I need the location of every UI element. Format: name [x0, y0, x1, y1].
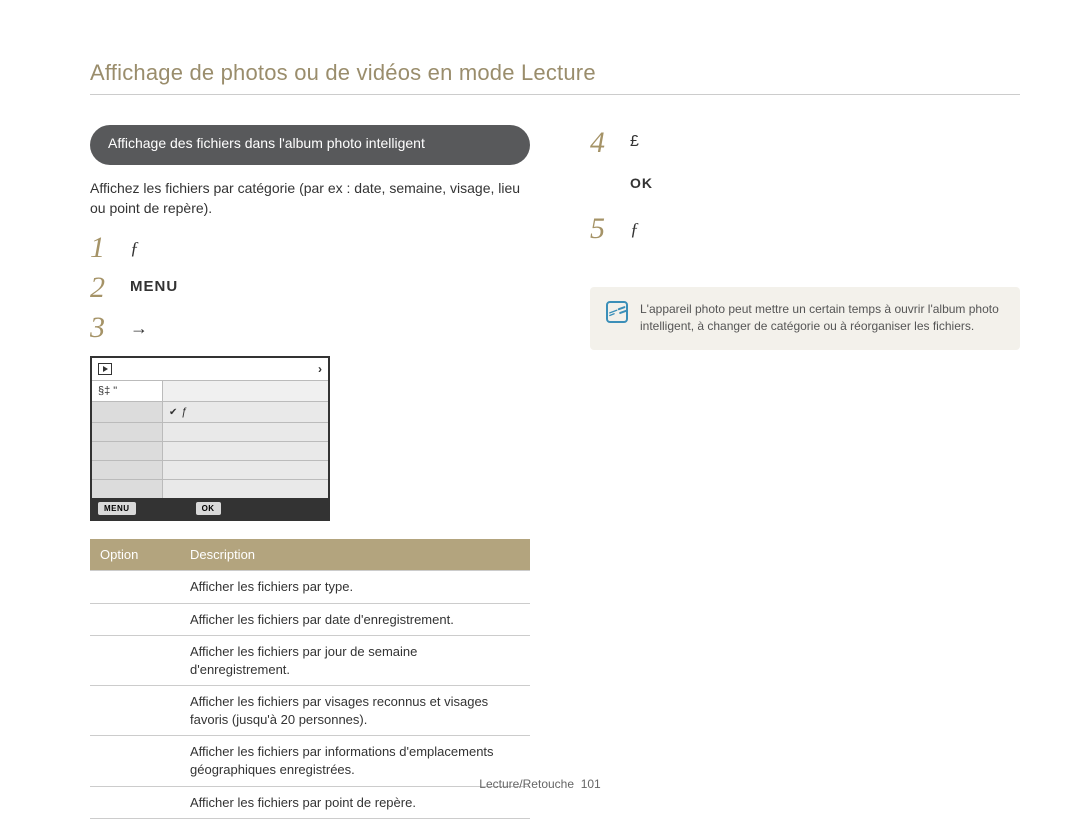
step-glyph: ƒ — [630, 219, 639, 240]
device-menu-chip: MENU — [98, 502, 136, 515]
table-row: Afficher les fichiers par date d'enregis… — [90, 603, 530, 636]
section-pill: Affichage des fichiers dans l'album phot… — [90, 125, 530, 165]
desc-cell: Afficher les fichiers par visages reconn… — [180, 686, 530, 736]
page-footer: Lecture/Retouche 101 — [0, 777, 1080, 791]
step-number: 2 — [90, 270, 130, 306]
desc-cell: Afficher les fichiers par type. — [180, 571, 530, 604]
check-icon — [169, 406, 177, 418]
info-icon — [606, 301, 628, 323]
arrow-right-icon: → — [130, 318, 148, 339]
table-row: Afficher les fichiers par type. — [90, 571, 530, 604]
device-screenshot: › §‡ " ƒ MENU OK — [90, 356, 330, 521]
desc-cell: Afficher les fichiers par date d'enregis… — [180, 603, 530, 636]
left-steps: 1 ƒ 2 MENU 3 → — [90, 230, 530, 346]
step-number: 5 — [590, 211, 630, 247]
device-row-label: §‡ " — [92, 381, 162, 401]
info-note: L'appareil photo peut mettre un certain … — [590, 287, 1020, 350]
device-ok-chip: OK — [196, 502, 221, 515]
step-number: 4 — [590, 125, 630, 161]
intro-text: Affichez les fichiers par catégorie (par… — [90, 179, 530, 218]
pound-glyph: £ — [630, 133, 639, 151]
title-rule — [90, 94, 1020, 95]
step-glyph: ƒ — [130, 238, 139, 259]
device-row-label — [92, 402, 162, 422]
desc-cell: Afficher les fichiers par jour de semain… — [180, 636, 530, 686]
opt-cell — [90, 603, 180, 636]
table-header-option: Option — [90, 539, 180, 571]
table-row: Afficher les fichiers par jour de semain… — [90, 636, 530, 686]
device-value-glyph: ƒ — [181, 406, 187, 418]
table-row: Afficher les fichiers par visages reconn… — [90, 686, 530, 736]
right-steps: 4 £ . OK 5 ƒ — [590, 125, 1020, 247]
opt-cell — [90, 571, 180, 604]
page-title: Affichage de photos ou de vidéos en mode… — [90, 60, 1020, 86]
footer-section: Lecture/Retouche — [479, 777, 574, 791]
menu-label: MENU — [130, 278, 178, 295]
footer-page-number: 101 — [581, 777, 601, 791]
chevron-right-icon: › — [318, 362, 322, 376]
step-number: 1 — [90, 230, 130, 266]
note-text: L'appareil photo peut mettre un certain … — [640, 301, 1004, 336]
step-number: 3 — [90, 310, 130, 346]
table-header-desc: Description — [180, 539, 530, 571]
play-icon — [98, 363, 112, 375]
opt-cell — [90, 686, 180, 736]
ok-label: OK — [630, 175, 653, 191]
opt-cell — [90, 636, 180, 686]
